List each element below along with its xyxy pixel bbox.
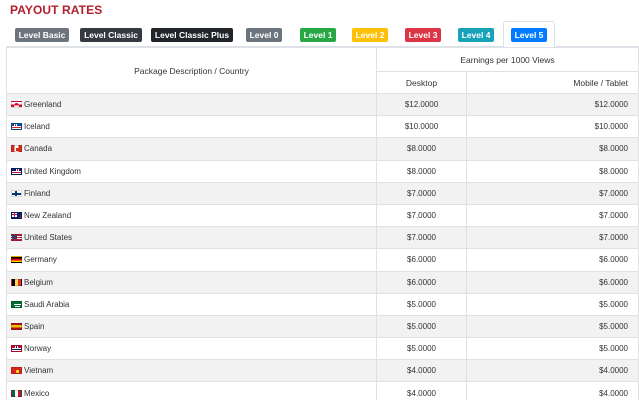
- desktop-rate: $4.0000: [375, 359, 468, 383]
- country-name: Iceland: [24, 122, 50, 132]
- desktop-rate: $5.0000: [375, 292, 468, 316]
- tab-label: Level Classic Plus: [150, 27, 234, 42]
- mobile-rate: $5.0000: [466, 337, 639, 361]
- desktop-rate: $7.0000: [375, 203, 468, 228]
- table-row: New Zealand $7.0000 $7.0000: [6, 203, 639, 228]
- tab-level-1[interactable]: Level 1: [299, 21, 337, 48]
- table-row: Mexico $4.0000 $4.0000: [6, 381, 639, 400]
- desktop-rate: $8.0000: [375, 159, 468, 183]
- desktop-rate: $5.0000: [375, 337, 468, 361]
- mobile-rate: $5.0000: [466, 292, 639, 316]
- desktop-rate: $8.0000: [375, 137, 468, 161]
- desktop-rate: $12.0000: [375, 92, 468, 117]
- country-name: New Zealand: [24, 211, 72, 221]
- tab-label: Level 4: [457, 27, 495, 42]
- header-earnings: Earnings per 1000 Views: [376, 47, 639, 72]
- tab-level-classic-plus[interactable]: Level Classic Plus: [150, 21, 234, 48]
- tab-label: Level 1: [299, 27, 337, 42]
- tab-level-5[interactable]: Level 5: [503, 21, 555, 48]
- country-name: United Kingdom: [24, 166, 81, 176]
- finland-flag-icon: [11, 189, 22, 197]
- iceland-flag-icon: [11, 123, 22, 131]
- belgium-flag-icon: [11, 278, 22, 286]
- table-row: Norway $5.0000 $5.0000: [6, 337, 639, 361]
- tab-level-classic[interactable]: Level Classic: [80, 21, 142, 48]
- new-zealand-flag-icon: [11, 212, 22, 220]
- mobile-rate: $7.0000: [466, 203, 639, 228]
- desktop-rate: $6.0000: [375, 248, 468, 272]
- saudi-arabia-flag-icon: [11, 300, 22, 308]
- country-name: Mexico: [24, 388, 50, 398]
- tab-level-4[interactable]: Level 4: [457, 21, 495, 48]
- country-name: Spain: [24, 321, 45, 331]
- vietnam-flag-icon: [11, 367, 22, 375]
- country-name: United States: [24, 233, 73, 243]
- desktop-rate: $5.0000: [375, 314, 468, 339]
- united-states-flag-icon: [11, 234, 22, 242]
- header-desktop: Desktop: [375, 71, 468, 94]
- mobile-rate: $5.0000: [466, 314, 639, 339]
- level-tabs: Level Basic Level Classic Level Classic …: [6, 21, 639, 48]
- tab-label: Level 5: [510, 27, 548, 42]
- mobile-rate: $4.0000: [466, 381, 639, 400]
- page-title: PAYOUT RATES: [10, 3, 103, 17]
- table-row: United States $7.0000 $7.0000: [6, 226, 639, 250]
- tab-level-3[interactable]: Level 3: [404, 21, 442, 48]
- header-package: Package Description / Country: [6, 47, 377, 94]
- mobile-rate: $12.0000: [466, 92, 639, 117]
- country-name: Germany: [24, 255, 57, 265]
- country-name: Greenland: [24, 100, 62, 110]
- mobile-rate: $6.0000: [466, 270, 639, 294]
- tab-label: Level 2: [351, 27, 389, 42]
- country-name: Belgium: [24, 277, 53, 287]
- mexico-flag-icon: [11, 389, 22, 397]
- tab-level-basic[interactable]: Level Basic: [11, 21, 73, 48]
- country-name: Canada: [24, 144, 53, 154]
- table-row: United Kingdom $8.0000 $8.0000: [6, 159, 639, 183]
- table-row: Iceland $10.0000 $10.0000: [6, 115, 639, 139]
- tab-label: Level Classic: [80, 27, 142, 42]
- mobile-rate: $7.0000: [466, 181, 639, 205]
- country-name: Saudi Arabia: [24, 299, 70, 309]
- header-mobile: Mobile / Tablet: [466, 71, 639, 94]
- norway-flag-icon: [11, 345, 22, 353]
- mobile-rate: $6.0000: [466, 248, 639, 272]
- tab-level-0[interactable]: Level 0: [245, 21, 283, 48]
- tab-label: Level 0: [245, 27, 283, 42]
- table-row: Spain $5.0000 $5.0000: [6, 314, 639, 339]
- greenland-flag-icon: [11, 101, 22, 109]
- table-row: Saudi Arabia $5.0000 $5.0000: [6, 292, 639, 316]
- country-name: Finland: [24, 188, 51, 198]
- table-row: Germany $6.0000 $6.0000: [6, 248, 639, 272]
- spain-flag-icon: [11, 322, 22, 330]
- table-row: Vietnam $4.0000 $4.0000: [6, 359, 639, 383]
- desktop-rate: $4.0000: [375, 381, 468, 400]
- payout-table: Package Description / Country Earnings p…: [6, 47, 639, 400]
- tab-label: Level Basic: [14, 27, 70, 42]
- table-row: Finland $7.0000 $7.0000: [6, 181, 639, 205]
- tab-level-2[interactable]: Level 2: [351, 21, 389, 48]
- table-row: Greenland $12.0000 $12.0000: [6, 92, 639, 117]
- desktop-rate: $6.0000: [375, 270, 468, 294]
- mobile-rate: $10.0000: [466, 115, 639, 139]
- germany-flag-icon: [11, 256, 22, 264]
- mobile-rate: $4.0000: [466, 359, 639, 383]
- table-row: Canada $8.0000 $8.0000: [6, 137, 639, 161]
- canada-flag-icon: [11, 145, 22, 153]
- table-row: Belgium $6.0000 $6.0000: [6, 270, 639, 294]
- mobile-rate: $8.0000: [466, 159, 639, 183]
- tab-label: Level 3: [404, 27, 442, 42]
- desktop-rate: $7.0000: [375, 181, 468, 205]
- mobile-rate: $8.0000: [466, 137, 639, 161]
- desktop-rate: $10.0000: [375, 115, 468, 139]
- country-name: Norway: [24, 344, 52, 354]
- desktop-rate: $7.0000: [375, 226, 468, 250]
- mobile-rate: $7.0000: [466, 226, 639, 250]
- united-kingdom-flag-icon: [11, 167, 22, 175]
- country-name: Vietnam: [24, 366, 54, 376]
